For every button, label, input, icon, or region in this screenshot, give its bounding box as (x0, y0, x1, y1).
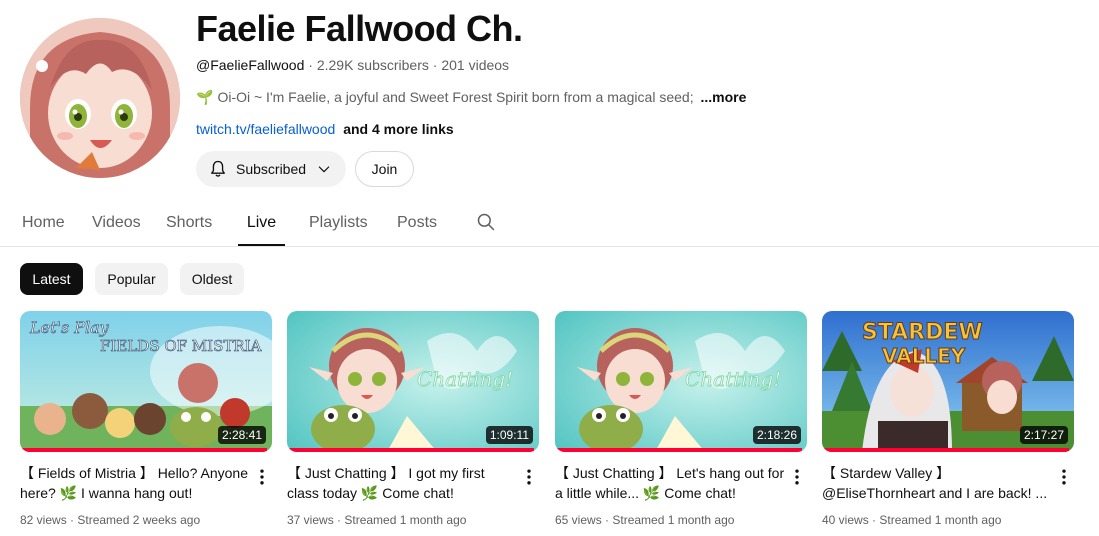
channel-handle: @FaelieFallwood (196, 57, 305, 73)
video-thumbnail[interactable]: Chatting! 1:09:11 (287, 311, 539, 452)
tab-posts[interactable]: Posts (397, 200, 437, 246)
meta-separator: · (70, 513, 75, 527)
channel-name: Faelie Fallwood Ch. (196, 8, 523, 49)
video-card: Chatting! 1:09:11 【 Just Chatting 】 I go… (287, 311, 539, 527)
view-count: 40 views (822, 513, 869, 527)
tab-videos[interactable]: Videos (92, 200, 141, 246)
chip-popular[interactable]: Popular (95, 263, 168, 295)
svg-text:Chatting!: Chatting! (417, 367, 513, 391)
watch-progress (822, 448, 1069, 452)
meta-separator: · (872, 513, 877, 527)
svg-text:STARDEW: STARDEW (862, 320, 983, 345)
search-icon[interactable] (476, 212, 496, 232)
description-text: Oi-Oi ~ I'm Faelie, a joyful and Sweet F… (217, 89, 694, 105)
channel-description[interactable]: 🌱 Oi-Oi ~ I'm Faelie, a joyful and Sweet … (196, 89, 746, 106)
video-card: Chatting! 2:18:26 【 Just Chatting 】 Let'… (555, 311, 807, 527)
view-count: 65 views (555, 513, 602, 527)
meta-separator: · (605, 513, 610, 527)
more-link[interactable]: ...more (700, 89, 746, 105)
svg-text:Let's Play: Let's Play (29, 318, 110, 337)
meta-separator: · (308, 57, 313, 73)
channel-page: Faelie Fallwood Ch. @FaelieFallwood · 2.… (0, 0, 1099, 536)
video-card: Let's Play FIELDS OF MISTRIA 2:28:41 【 F… (20, 311, 272, 527)
view-count: 37 views (287, 513, 334, 527)
tab-playlists[interactable]: Playlists (309, 200, 368, 246)
svg-text:Chatting!: Chatting! (685, 367, 781, 391)
watch-progress (287, 448, 534, 452)
chevron-down-icon (318, 166, 330, 173)
watch-progress (555, 448, 802, 452)
more-links-button[interactable]: and 4 more links (343, 121, 453, 137)
svg-text:FIELDS OF MISTRIA: FIELDS OF MISTRIA (100, 337, 262, 355)
video-duration: 2:17:27 (1019, 426, 1068, 444)
video-count: 201 videos (441, 57, 510, 73)
bell-icon (211, 160, 225, 177)
subscribed-label: Subscribed (236, 161, 307, 177)
video-meta: 65 views · Streamed 1 month ago (555, 513, 734, 527)
streamed-time: Streamed 2 weeks ago (77, 513, 201, 527)
video-duration: 2:18:26 (752, 426, 801, 444)
video-meta: 82 views · Streamed 2 weeks ago (20, 513, 200, 527)
subscribed-button[interactable]: Subscribed (196, 151, 346, 187)
video-title[interactable]: 【 Just Chatting 】 Let's hang out for a l… (555, 463, 787, 503)
meta-separator: · (337, 513, 342, 527)
video-meta: 40 views · Streamed 1 month ago (822, 513, 1001, 527)
view-count: 82 views (20, 513, 67, 527)
streamed-time: Streamed 1 month ago (879, 513, 1002, 527)
watch-progress (20, 448, 267, 452)
more-vertical-icon[interactable] (519, 467, 539, 487)
video-card: STARDEW VALLEY 2:17:27 【 Stardew Valley … (822, 311, 1074, 527)
more-vertical-icon[interactable] (1054, 467, 1074, 487)
video-title[interactable]: 【 Just Chatting 】 I got my first class t… (287, 463, 519, 503)
tab-home[interactable]: Home (22, 200, 65, 246)
join-button[interactable]: Join (355, 151, 414, 187)
tab-shorts[interactable]: Shorts (166, 200, 212, 246)
more-vertical-icon[interactable] (252, 467, 272, 487)
avatar-illustration (20, 18, 180, 178)
streamed-time: Streamed 1 month ago (612, 513, 735, 527)
svg-text:VALLEY: VALLEY (882, 344, 966, 368)
video-duration: 2:28:41 (217, 426, 266, 444)
video-thumbnail[interactable]: Let's Play FIELDS OF MISTRIA 2:28:41 (20, 311, 272, 452)
video-thumbnail[interactable]: STARDEW VALLEY 2:17:27 (822, 311, 1074, 452)
channel-avatar[interactable] (20, 18, 180, 178)
sprout-icon: 🌱 (196, 89, 214, 105)
video-title[interactable]: 【 Fields of Mistria 】 Hello? Anyone here… (20, 463, 252, 503)
subscriber-count: 2.29K subscribers (316, 57, 429, 73)
video-title[interactable]: 【 Stardew Valley 】 @EliseThornheart and … (822, 463, 1054, 503)
chip-latest[interactable]: Latest (20, 263, 83, 295)
channel-meta: @FaelieFallwood · 2.29K subscribers · 20… (196, 57, 509, 73)
video-meta: 37 views · Streamed 1 month ago (287, 513, 466, 527)
meta-separator: · (432, 57, 438, 73)
tab-live[interactable]: Live (238, 200, 285, 246)
channel-links: twitch.tv/faeliefallwood and 4 more link… (196, 121, 454, 137)
twitch-link[interactable]: twitch.tv/faeliefallwood (196, 121, 335, 137)
video-duration: 1:09:11 (485, 426, 533, 444)
channel-tabs: Home Videos Shorts Live Playlists Posts (0, 200, 1099, 247)
video-thumbnail[interactable]: Chatting! 2:18:26 (555, 311, 807, 452)
chip-oldest[interactable]: Oldest (180, 263, 244, 295)
more-vertical-icon[interactable] (787, 467, 807, 487)
streamed-time: Streamed 1 month ago (344, 513, 467, 527)
